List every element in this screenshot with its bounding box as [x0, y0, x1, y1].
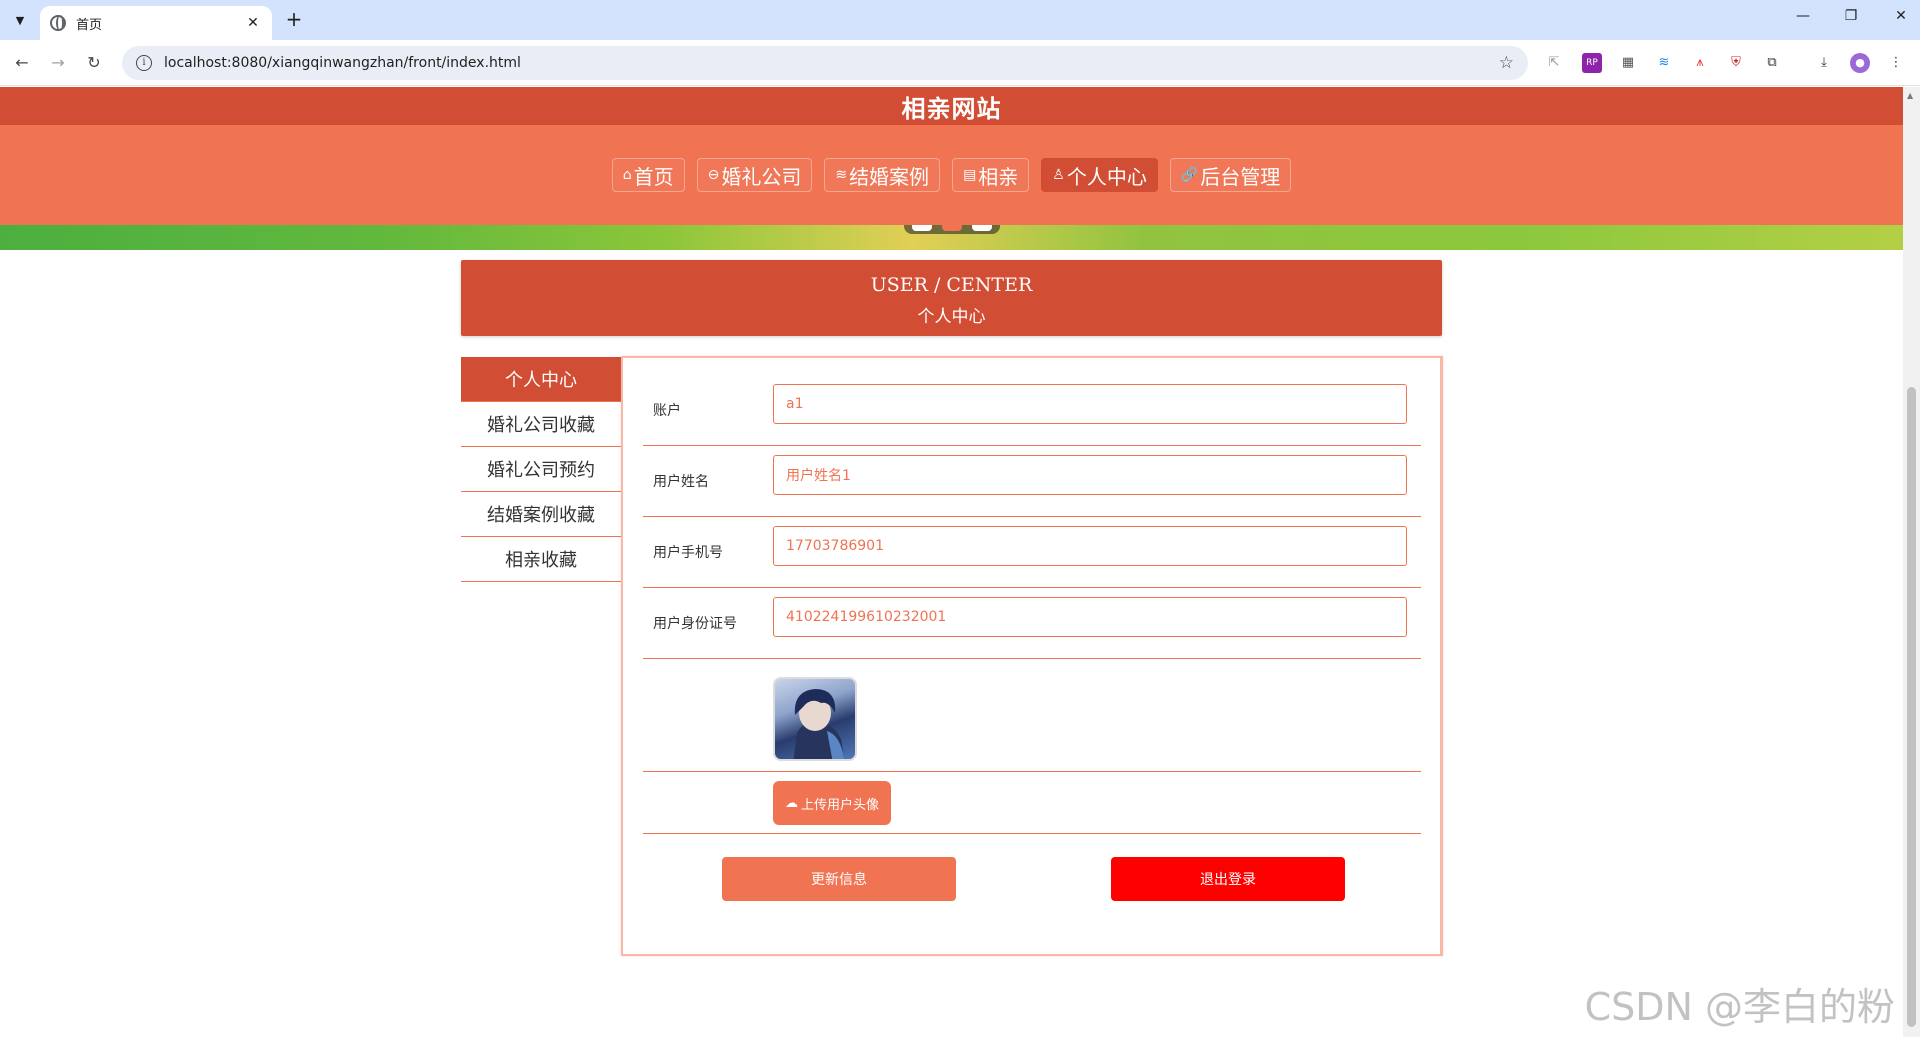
profile-form: 账户 a1 用户姓名 用户姓名1 用户手机号 17703786901 用户身份证…	[621, 356, 1443, 956]
banner-carousel	[0, 225, 1903, 250]
site-info-icon[interactable]: i	[136, 55, 152, 71]
carousel-dot[interactable]	[912, 225, 932, 231]
nav-label: 首页	[633, 164, 674, 189]
section-title-en: USER / CENTER	[870, 274, 1033, 296]
upload-avatar-label: 上传用户头像	[800, 797, 879, 813]
tab-title: 首页	[76, 17, 103, 33]
address-bar[interactable]: i localhost:8080/xiangqinwangzhan/front/…	[122, 46, 1528, 80]
carousel-dot-active[interactable]	[942, 225, 962, 231]
minimize-icon[interactable]: —	[1788, 8, 1818, 24]
tab-search-chevron-icon[interactable]: ▼	[8, 8, 32, 32]
avatar-portrait-icon	[793, 689, 845, 759]
browser-toolbar: ← → ↻ i localhost:8080/xiangqinwangzhan/…	[0, 40, 1920, 86]
watermark: CSDN @李白的粉	[1584, 985, 1895, 1029]
nav-item-wedding-company[interactable]: ⊖ 婚礼公司	[696, 158, 813, 192]
nav-label: 婚礼公司	[721, 164, 802, 189]
browser-tab-strip: ▼ 首页 ✕ + — ❐ ✕	[0, 0, 1920, 40]
id-number-input[interactable]: 410224199610232001	[773, 597, 1407, 637]
upload-avatar-button[interactable]: ☁ 上传用户头像	[773, 781, 891, 825]
phone-label: 用户手机号	[653, 545, 723, 561]
back-arrow-icon[interactable]: ←	[10, 51, 34, 75]
extensions-puzzle-icon[interactable]: ⧉	[1762, 53, 1782, 73]
account-input[interactable]: a1	[773, 384, 1407, 424]
scroll-thumb[interactable]	[1907, 387, 1916, 1027]
nav-label: 个人中心	[1066, 164, 1147, 189]
nav-label: 相亲	[978, 164, 1019, 189]
username-label: 用户姓名	[653, 474, 709, 490]
tab-close-icon[interactable]: ✕	[244, 15, 262, 31]
form-row-upload: ☁ 上传用户头像	[643, 772, 1421, 834]
link-icon: 🔗	[1180, 167, 1199, 183]
extension-shield-icon[interactable]: ⛨	[1726, 53, 1746, 73]
form-row-phone: 用户手机号 17703786901	[643, 517, 1421, 588]
user-icon: ♙	[1052, 167, 1065, 183]
forward-arrow-icon[interactable]: →	[46, 51, 70, 75]
page-viewport: 相亲网站 ⌂ 首页 ⊖ 婚礼公司 ≋ 结婚案例 ▤ 相亲 ♙ 个人中心 🔗 后台…	[0, 87, 1903, 1037]
main-nav: ⌂ 首页 ⊖ 婚礼公司 ≋ 结婚案例 ▤ 相亲 ♙ 个人中心 🔗 后台管理	[0, 125, 1903, 225]
globe-icon	[50, 15, 66, 31]
carousel-indicators	[904, 225, 1000, 234]
extension-tree-icon[interactable]: ⩚	[1690, 53, 1710, 73]
extension-grid-icon[interactable]: ▦	[1618, 53, 1638, 73]
form-row-id-number: 用户身份证号 410224199610232001	[643, 588, 1421, 659]
sidebar-item-company-favorites[interactable]: 婚礼公司收藏	[461, 402, 621, 447]
url-text[interactable]: localhost:8080/xiangqinwangzhan/front/in…	[164, 55, 1499, 71]
sidebar-item-case-favorites[interactable]: 结婚案例收藏	[461, 492, 621, 537]
carousel-dot[interactable]	[972, 225, 992, 231]
download-icon[interactable]: ⤓	[1814, 53, 1834, 73]
reload-icon[interactable]: ↻	[82, 51, 106, 75]
logout-button[interactable]: 退出登录	[1111, 857, 1345, 901]
nav-item-home[interactable]: ⌂ 首页	[611, 158, 685, 192]
sidebar-item-date-favorites[interactable]: 相亲收藏	[461, 537, 621, 582]
username-input[interactable]: 用户姓名1	[773, 455, 1407, 495]
close-window-icon[interactable]: ✕	[1886, 8, 1916, 24]
section-title-cn: 个人中心	[917, 307, 986, 327]
nav-label: 结婚案例	[849, 164, 930, 189]
profile-avatar-icon[interactable]: ●	[1850, 53, 1870, 73]
sidebar-item-user-center[interactable]: 个人中心	[461, 357, 621, 402]
page-scrollbar[interactable]: ▲	[1903, 87, 1920, 1037]
bookmark-star-icon[interactable]: ☆	[1499, 53, 1514, 73]
nav-label: 后台管理	[1200, 164, 1281, 189]
company-icon: ⊖	[707, 167, 720, 183]
form-row-account: 账户 a1	[643, 376, 1421, 446]
scroll-up-arrow-icon[interactable]: ▲	[1907, 91, 1913, 100]
form-row-username: 用户姓名 用户姓名1	[643, 446, 1421, 517]
nav-item-blind-date[interactable]: ▤ 相亲	[952, 158, 1030, 192]
update-info-button[interactable]: 更新信息	[722, 857, 956, 901]
user-avatar	[773, 677, 857, 761]
browser-tab[interactable]: 首页 ✕	[40, 6, 272, 40]
sidebar-menu: 个人中心 婚礼公司收藏 婚礼公司预约 结婚案例收藏 相亲收藏	[461, 357, 621, 582]
form-row-avatar	[643, 659, 1421, 772]
phone-input[interactable]: 17703786901	[773, 526, 1407, 566]
restore-icon[interactable]: ❐	[1836, 8, 1866, 24]
nav-item-admin[interactable]: 🔗 后台管理	[1169, 158, 1292, 192]
sidebar-item-company-bookings[interactable]: 婚礼公司预约	[461, 447, 621, 492]
new-tab-plus-icon[interactable]: +	[282, 8, 306, 32]
nav-item-wedding-cases[interactable]: ≋ 结婚案例	[824, 158, 941, 192]
site-title: 相亲网站	[901, 94, 1002, 123]
account-label: 账户	[653, 403, 681, 419]
menu-kebab-icon[interactable]: ⋮	[1886, 53, 1906, 73]
home-icon: ⌂	[622, 167, 632, 183]
section-title-block: USER / CENTER 个人中心	[461, 260, 1442, 336]
list-icon: ≋	[835, 167, 848, 183]
nav-item-user-center[interactable]: ♙ 个人中心	[1041, 158, 1158, 192]
extension-cursor-icon[interactable]: ⇱	[1544, 53, 1564, 73]
extension-rp-icon[interactable]: RP	[1582, 53, 1602, 73]
id-number-label: 用户身份证号	[653, 616, 737, 632]
extension-layers-icon[interactable]: ≋	[1654, 53, 1674, 73]
site-header: 相亲网站	[0, 87, 1903, 125]
cloud-upload-icon: ☁	[784, 795, 798, 811]
document-icon: ▤	[963, 167, 977, 183]
